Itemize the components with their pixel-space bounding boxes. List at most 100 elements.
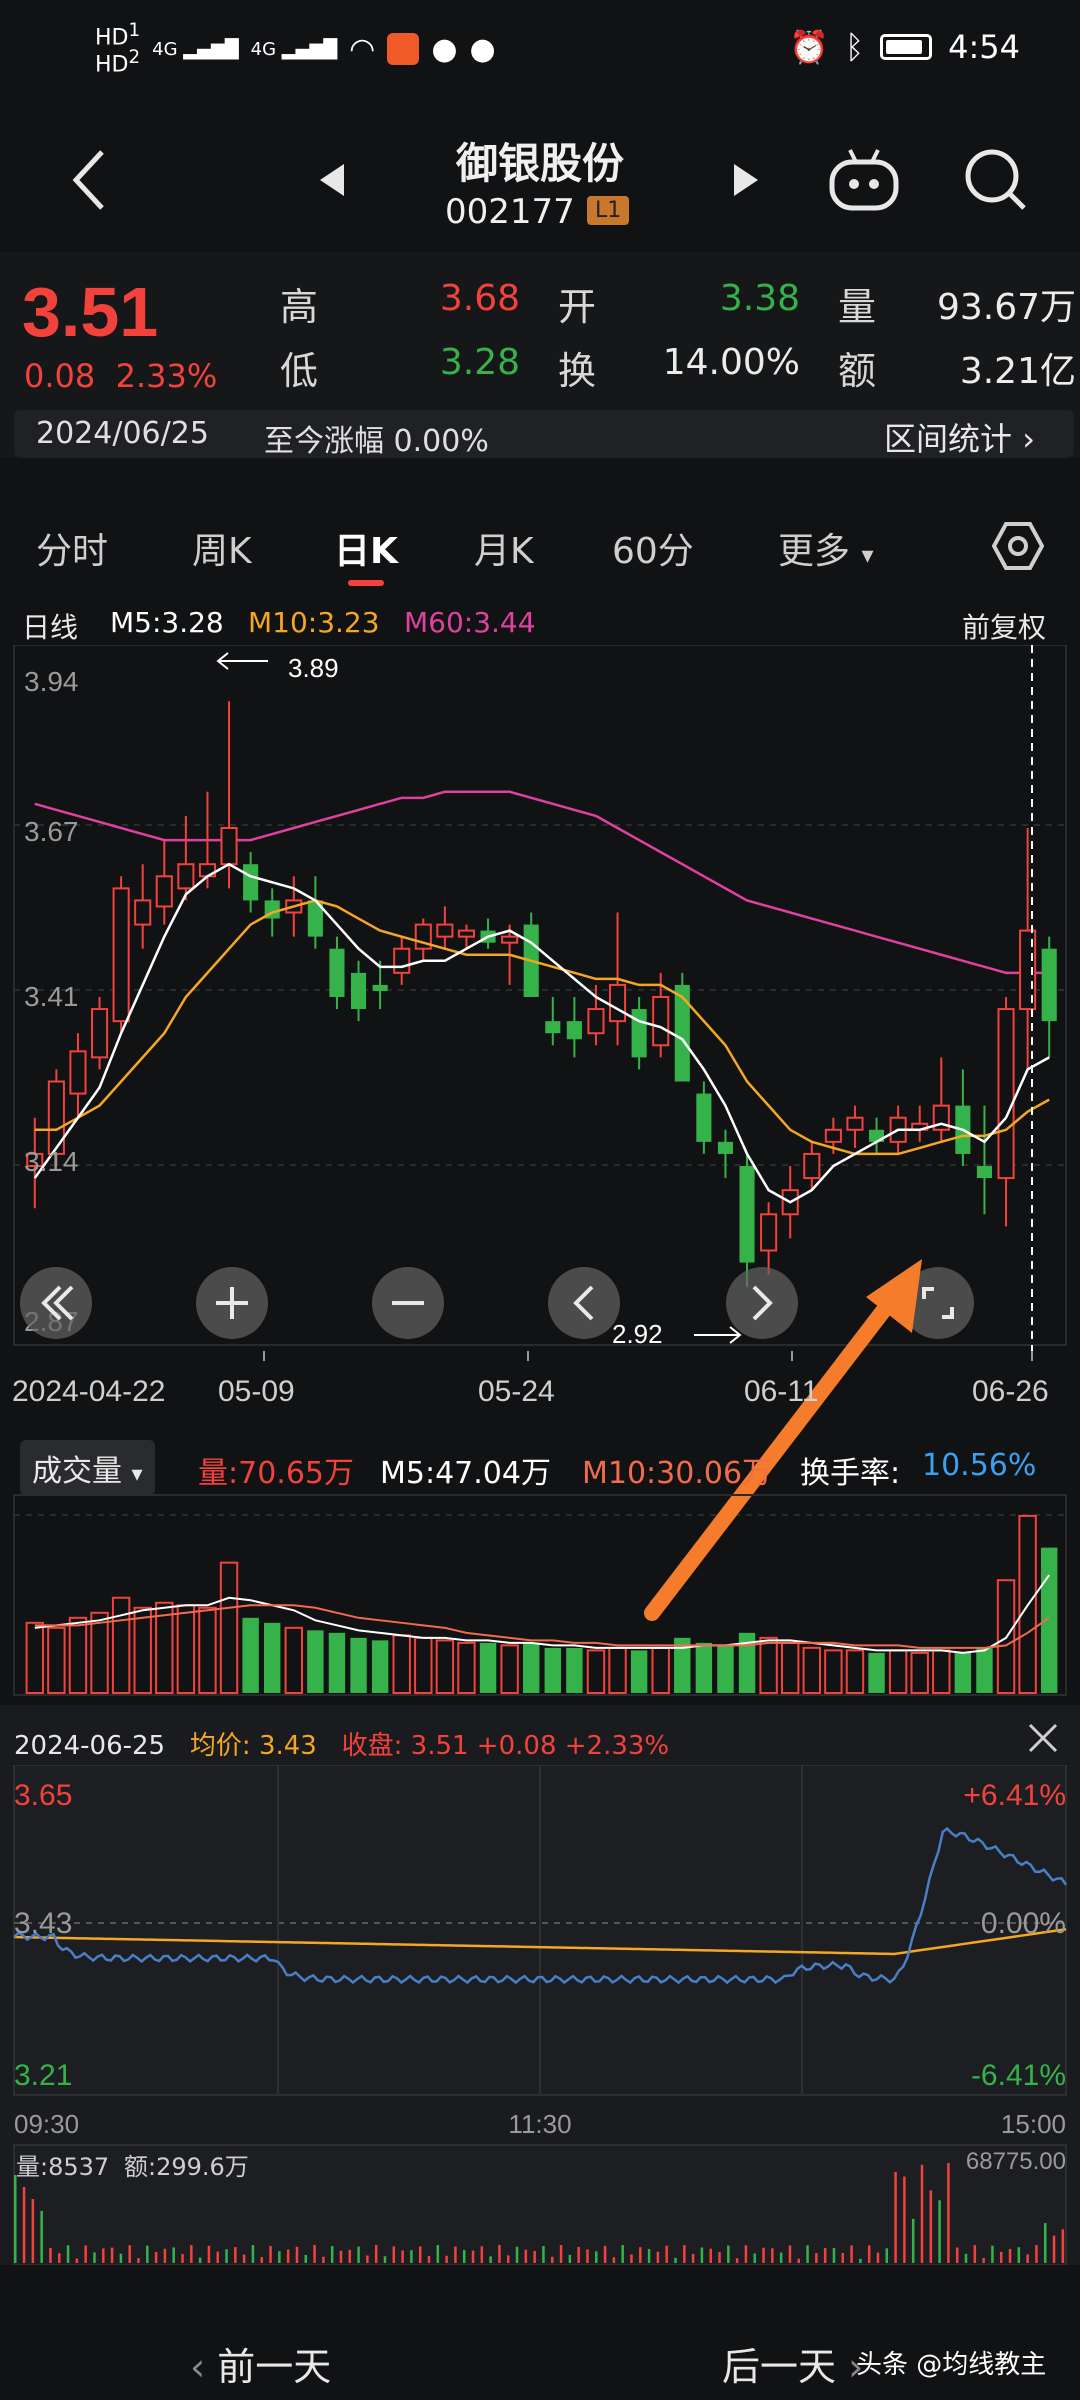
intraday-volume-bar [727,2245,730,2263]
scroll-far-left-button[interactable] [20,1267,92,1339]
tab-more[interactable]: 更多 ▾ [778,522,874,574]
settings-icon[interactable] [992,520,1044,572]
volume-bar [284,1626,303,1694]
ma10-line [34,899,1050,1156]
volume-bar [350,1637,367,1693]
intraday-volume-bar [524,2249,528,2263]
intraday-vol-max: 68775.00 [966,2148,1066,2175]
volume-bar [371,1640,389,1693]
intraday-volume-bar [586,2249,589,2263]
volume-bar [824,1649,843,1694]
intraday-volume-bar [903,2176,906,2263]
indicator-selector[interactable]: 成交量 ▾ [20,1440,155,1496]
turnover-rate-value: 10.56% [922,1448,1037,1483]
volume-bar [759,1636,778,1694]
intraday-volume-bar [304,2254,308,2263]
intraday-volume-bar [14,2175,17,2263]
intraday-volume-bar [366,2255,369,2263]
intraday-volume-bar [339,2250,343,2263]
volume-bar [500,1644,519,1695]
tab-60min[interactable]: 60分 [612,522,694,574]
intraday-amount-label: 额:299.6万 [124,2153,249,2181]
intraday-volume-bar [49,2247,52,2263]
volume-bar [47,1626,66,1694]
next-stock-icon[interactable] [732,162,760,198]
volume-bar [457,1641,476,1694]
intraday-volume-bar [709,2248,712,2263]
level-badge: L1 [587,196,630,225]
tab-weekly[interactable]: 周K [192,522,252,574]
search-icon[interactable] [962,146,1028,212]
intraday-volume-bar [771,2248,774,2263]
tab-monthly[interactable]: 月K [474,522,534,574]
intraday-volume-bar [506,2255,510,2263]
close-icon[interactable] [1026,1721,1060,1755]
intraday-volume-bar [867,2245,871,2263]
prev-day-button[interactable]: ‹ 前一天 [190,2336,331,2391]
volume-bar [392,1634,411,1695]
intraday-volume-bar [621,2245,624,2263]
intraday-volume-bar [920,2164,924,2263]
intraday-volume-bar [973,2245,977,2263]
low-label: 低 [280,349,319,393]
intraday-volume-bar [630,2254,633,2263]
intraday-volume-bar [1017,2247,1021,2263]
intraday-y-top: 3.65 [14,1779,72,1812]
ma5-value: M5:3.28 [110,606,224,639]
intraday-volume-bar [278,2251,281,2263]
robot-assistant-icon[interactable] [826,146,902,212]
intraday-volume-bar [859,2258,862,2263]
ma-legend: 日线 M5:3.28 M10:3.23 M60:3.44 前复权 [0,600,1080,644]
intraday-volume-bar [656,2251,660,2263]
candle [90,997,109,1070]
status-left: HD1 HD2 4G ▂▄▆█ 4G ▂▄▆█ ◠ ● ● [95,21,496,77]
intraday-volume-bar [753,2253,756,2263]
intraday-volume-bar [577,2246,580,2263]
intraday-volume-bar [533,2250,536,2263]
intraday-time-mid: 11:30 [508,2109,571,2139]
scroll-left-button[interactable] [548,1267,620,1339]
intraday-chart[interactable]: 3.65 3.43 3.21 +6.41% 0.00% -6.41% 09:30… [0,1765,1080,2265]
volume-m10: M10:30.06万 [582,1456,773,1491]
intraday-volume-bar [445,2255,448,2263]
stock-name: 御银股份 [455,139,624,188]
candle [112,876,130,1034]
intraday-volume-bar [251,2245,255,2263]
adjust-mode-button[interactable]: 前复权 [962,606,1046,646]
zoom-in-button[interactable] [196,1267,268,1339]
range-stats-button[interactable]: 区间统计 › [884,414,1035,460]
intraday-volume-bar [542,2246,545,2263]
date-row[interactable]: 2024/06/25 至今涨幅 0.00% 区间统计 › [14,410,1074,460]
intraday-volume-bar [885,2248,889,2263]
since-change: 至今涨幅 0.00% [264,424,489,459]
tab-intraday[interactable]: 分时 [36,522,108,574]
volume-bar [910,1651,929,1694]
x-label: 05-24 [478,1375,555,1408]
intraday-volume-bar [110,2247,114,2263]
next-day-button[interactable]: 后一天 › [722,2336,863,2391]
quote-date: 2024/06/25 [36,416,209,451]
open-label: 开 [558,285,597,329]
kline-chart[interactable]: 3.94 3.67 3.41 3.14 2.87 3.89 2.92 [0,645,1080,1705]
y-label: 3.41 [24,981,79,1012]
intraday-volume-bar [841,2252,845,2263]
intraday-volume-bar [700,2247,704,2263]
scroll-right-button[interactable] [726,1267,798,1339]
candle [414,918,432,961]
intraday-volume-bar [674,2257,677,2263]
intraday-volume-bar [172,2247,175,2263]
intraday-volume-bar [797,2258,800,2263]
candle [243,852,259,913]
clock: 4:54 [948,28,1020,66]
volume-bar [586,1649,606,1694]
intraday-volume-bar [348,2249,352,2263]
volume-ma-lines [34,1574,1051,1654]
volume-bar [242,1617,259,1693]
intraday-volume-bar [66,2245,70,2263]
zoom-out-button[interactable] [372,1267,444,1339]
tab-daily[interactable]: 日K [334,522,398,574]
intraday-volume-bar [806,2245,809,2263]
intraday-volume-bar [119,2253,123,2263]
intraday-volume-bar [850,2245,853,2263]
candle [566,997,582,1058]
